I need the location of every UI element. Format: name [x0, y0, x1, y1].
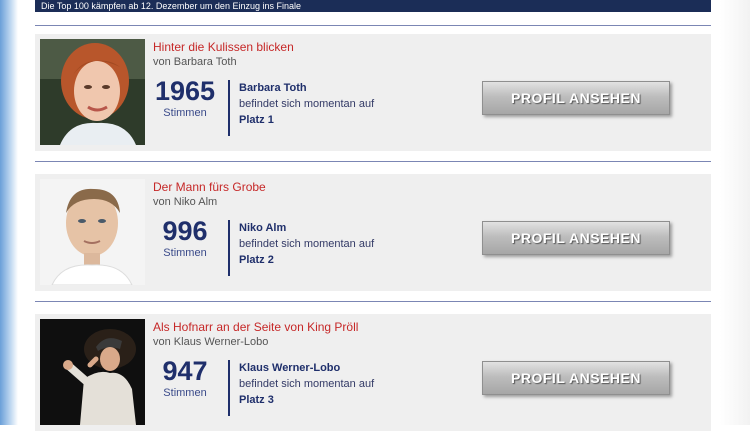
divider	[35, 301, 711, 302]
vote-label: Stimmen	[163, 387, 207, 399]
vote-count: 1965 Stimmen	[150, 76, 220, 120]
profile-photo-niko-alm[interactable]	[40, 179, 145, 285]
profile-photo-klaus-werner-lobo[interactable]	[40, 319, 145, 425]
view-profile-button[interactable]: PROFIL ANSEHEN	[482, 221, 670, 255]
ranking-status: befindet sich momentan auf	[239, 98, 375, 110]
vote-label: Stimmen	[163, 247, 207, 259]
article-title[interactable]: Als Hofnarr an der Seite von King Pröll	[153, 320, 358, 334]
header-text: Die Top 100 kämpfen ab 12. Dezember um d…	[41, 1, 301, 11]
article-title[interactable]: Der Mann fürs Grobe	[153, 180, 266, 194]
list-item: Der Mann fürs Grobe von Niko Alm 996 Sti…	[35, 174, 711, 291]
vertical-separator	[228, 80, 230, 136]
article-author: von Klaus Werner-Lobo	[153, 336, 269, 348]
candidate-name: Barbara Toth	[239, 82, 307, 94]
divider	[35, 25, 711, 26]
right-background-shade	[720, 0, 750, 425]
divider	[35, 161, 711, 162]
vote-label: Stimmen	[163, 107, 207, 119]
ranking-place: Platz 3	[239, 394, 274, 406]
vertical-separator	[228, 220, 230, 276]
ranking-place: Platz 2	[239, 254, 274, 266]
list-item: Hinter die Kulissen blicken von Barbara …	[35, 34, 711, 151]
vote-number: 947	[162, 356, 208, 386]
ranking-info: Niko Alm befindet sich momentan auf Plat…	[239, 220, 374, 268]
vote-count: 947 Stimmen	[150, 356, 220, 400]
ranking-info: Klaus Werner-Lobo befindet sich momentan…	[239, 360, 374, 408]
vertical-separator	[228, 360, 230, 416]
article-author: von Niko Alm	[153, 196, 218, 208]
view-profile-button[interactable]: PROFIL ANSEHEN	[482, 81, 670, 115]
vote-number: 1965	[154, 76, 216, 106]
article-author: von Barbara Toth	[153, 56, 237, 68]
ranking-status: befindet sich momentan auf	[239, 238, 375, 250]
header-bar: Die Top 100 kämpfen ab 12. Dezember um d…	[35, 0, 711, 12]
candidate-name: Niko Alm	[239, 222, 287, 234]
ranking-place: Platz 1	[239, 114, 274, 126]
profile-photo-barbara-toth[interactable]	[40, 39, 145, 145]
article-title[interactable]: Hinter die Kulissen blicken	[153, 40, 294, 54]
list-item: Als Hofnarr an der Seite von King Pröll …	[35, 314, 711, 431]
candidate-name: Klaus Werner-Lobo	[239, 362, 341, 374]
left-background-stripe	[0, 0, 18, 425]
view-profile-button[interactable]: PROFIL ANSEHEN	[482, 361, 670, 395]
vote-number: 996	[162, 216, 208, 246]
vote-count: 996 Stimmen	[150, 216, 220, 260]
ranking-info: Barbara Toth befindet sich momentan auf …	[239, 80, 374, 128]
ranking-status: befindet sich momentan auf	[239, 378, 375, 390]
